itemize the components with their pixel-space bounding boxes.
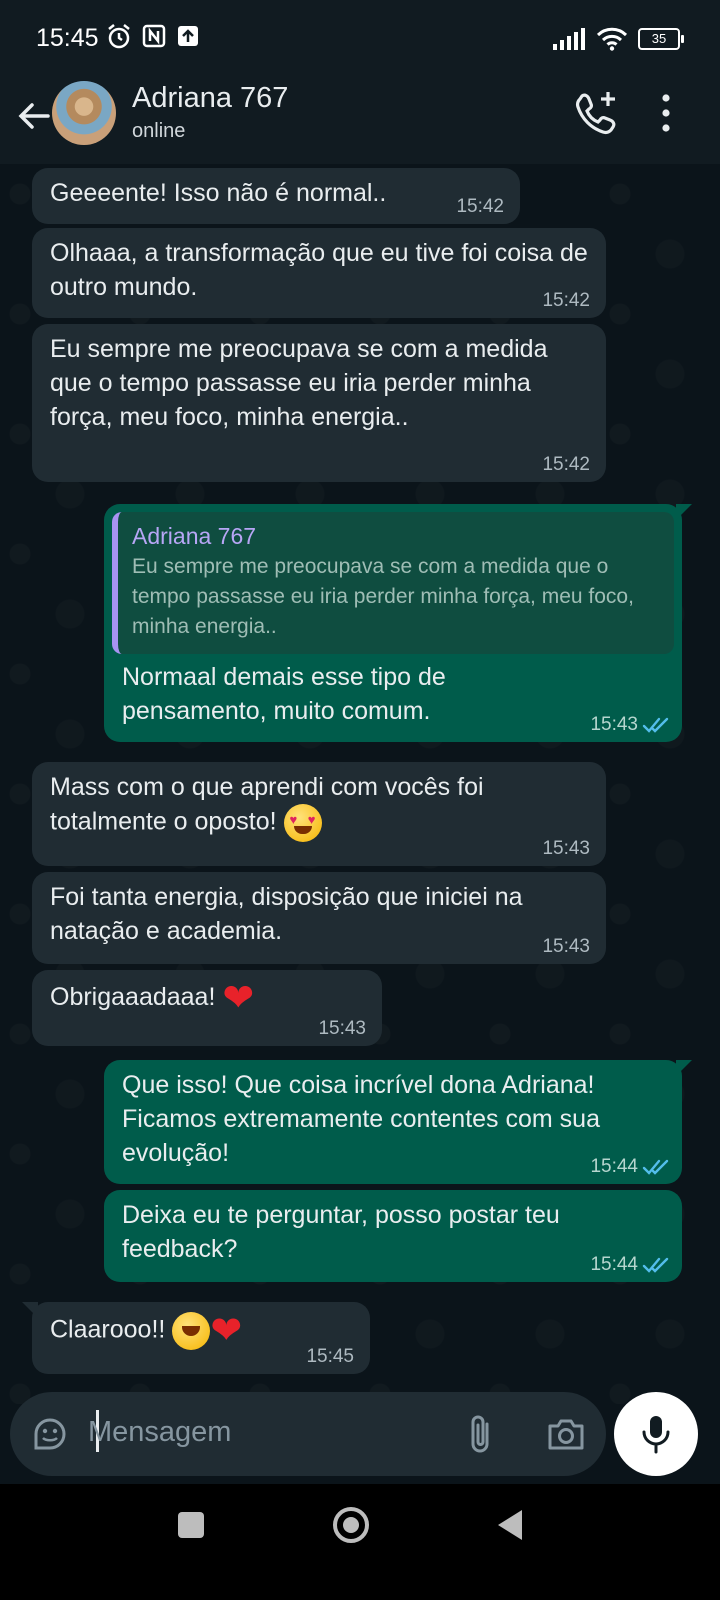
recents-button[interactable] [178,1512,204,1538]
message-time: 15:43 [542,838,590,859]
message-incoming[interactable]: Obrigaaadaaa! ❤ 15:43 [32,970,382,1046]
chat-header: Adriana 767 online [0,76,720,164]
message-text: Que isso! Que coisa incrível dona Adrian… [122,1071,600,1167]
red-heart-emoji: ❤ [210,1310,243,1352]
message-text: Geeeente! Isso não é normal.. [50,179,387,207]
more-vert-icon[interactable] [652,90,680,136]
contact-status: online [132,120,186,142]
message-time: 15:43 [590,714,638,735]
message-incoming[interactable]: Foi tanta energia, disposição que inicie… [32,872,606,964]
message-text: Foi tanta energia, disposição que inicie… [50,883,523,945]
chat-area[interactable]: Geeeente! Isso não é normal.. 15:42 Olha… [0,164,720,1404]
wifi-icon [596,27,628,51]
alarm-icon [108,24,130,49]
message-time: 15:45 [306,1346,354,1367]
add-call-icon[interactable] [572,88,622,138]
message-time: 15:42 [456,196,504,217]
message-incoming[interactable]: Eu sempre me preocupava se com a medida … [32,324,606,482]
camera-icon[interactable] [546,1416,586,1452]
contact-name[interactable]: Adriana 767 [132,82,288,115]
message-outgoing[interactable]: Deixa eu te perguntar, posso postar teu … [104,1190,682,1282]
message-time: 15:43 [318,1018,366,1039]
quoted-message[interactable]: Adriana 767 Eu sempre me preocupava se c… [112,512,674,654]
message-incoming[interactable]: Olhaaa, a transformação que eu tive foi … [32,228,606,318]
bubble-tail [676,504,692,520]
sticker-icon[interactable] [30,1414,70,1454]
signal-icon [553,28,585,50]
message-time: 15:42 [542,290,590,311]
heart-eyes-emoji: ♥ ♥ [283,804,322,842]
avatar[interactable] [52,81,116,145]
message-time: 15:44 [590,1156,638,1177]
status-right: 35 [552,26,684,52]
message-time: 15:43 [542,936,590,957]
nfc-icon [142,24,166,48]
message-text: Eu sempre me preocupava se com a medida … [50,335,548,431]
system-nav-bar [0,1484,720,1600]
double-check-icon [642,717,669,733]
microphone-icon [642,1416,670,1454]
bubble-tail [22,1302,38,1318]
back-nav-button[interactable] [494,1508,524,1542]
message-outgoing[interactable]: Que isso! Que coisa incrível dona Adrian… [104,1060,692,1184]
message-text: Normaal demais esse tipo de pensamento, … [122,663,446,725]
quoted-text: Eu sempre me preocupava se com a medida … [132,555,634,638]
message-incoming[interactable]: Mass com o que aprendi com vocês foi tot… [32,762,606,866]
battery-icon: 35 [638,28,684,50]
message-text: Deixa eu te perguntar, posso postar teu … [122,1201,560,1263]
message-text: Olhaaa, a transformação que eu tive foi … [50,239,588,301]
message-composer[interactable]: Mensagem [10,1392,606,1476]
message-time: 15:44 [590,1254,638,1275]
message-text: Mass com o que aprendi com vocês foi tot… [50,773,484,836]
arrow-back-icon[interactable] [14,96,54,136]
voice-message-button[interactable] [614,1392,698,1476]
message-text: Claarooo!! [50,1315,166,1344]
hugging-face-emoji [172,1312,211,1350]
double-check-icon [642,1257,669,1273]
red-heart-emoji: ❤ [222,977,255,1020]
status-bar: 15:45 35 [0,0,720,76]
quoted-author: Adriana 767 [132,523,257,549]
status-time: 15:45 [36,24,99,52]
double-check-icon [642,1159,669,1175]
bubble-tail [676,1060,692,1076]
message-outgoing-reply[interactable]: Adriana 767 Eu sempre me preocupava se c… [104,504,692,742]
home-button[interactable] [330,1504,372,1546]
message-input[interactable]: Mensagem [88,1416,231,1449]
message-text: Obrigaaadaaa! [50,983,216,1011]
message-time: 15:42 [542,454,590,475]
message-incoming[interactable]: Geeeente! Isso não é normal.. 15:42 [32,168,520,224]
status-icons [106,23,200,53]
paperclip-icon[interactable] [466,1414,496,1456]
upload-notification-icon [178,26,198,46]
message-incoming[interactable]: Claarooo!! ❤ 15:45 [22,1302,370,1374]
